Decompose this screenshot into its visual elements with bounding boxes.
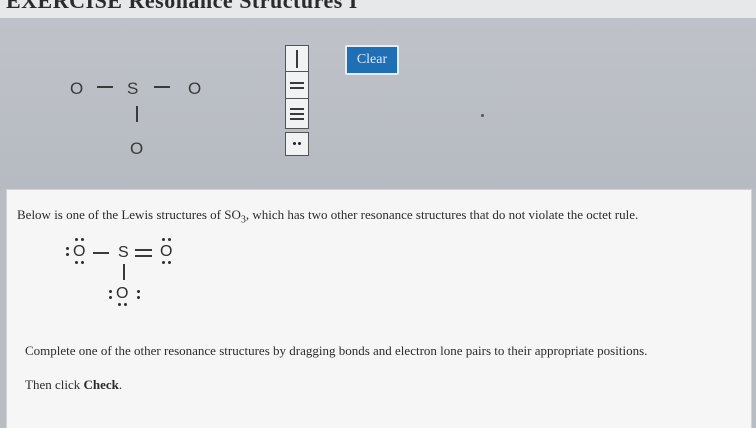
- bond-single-left[interactable]: [97, 86, 113, 88]
- example-oxygen-right: O: [160, 243, 173, 260]
- triple-bond-tool[interactable]: [285, 98, 309, 129]
- bond-single-right[interactable]: [154, 86, 170, 88]
- exercise-header: EXERCISE Resonance Structures I: [0, 0, 756, 19]
- clear-button[interactable]: Clear: [345, 45, 399, 75]
- example-bond-double-bottom: [135, 255, 152, 257]
- example-bond-single: [93, 252, 109, 254]
- atom-sulfur[interactable]: S: [127, 79, 138, 99]
- example-sulfur: S: [118, 244, 129, 261]
- question-intro: Below is one of the Lewis structures of …: [17, 207, 639, 226]
- lone-pair-tool[interactable]: [285, 132, 309, 156]
- single-bond-icon: [296, 50, 298, 68]
- drawing-workspace[interactable]: Clear O S O O: [0, 18, 756, 188]
- bond-single-bottom[interactable]: [136, 106, 138, 122]
- exercise-title: EXERCISE Resonance Structures I: [6, 0, 358, 13]
- atom-oxygen-right[interactable]: O: [188, 79, 201, 99]
- atom-oxygen-left[interactable]: O: [70, 79, 83, 99]
- example-oxygen-bottom: O: [116, 285, 129, 302]
- example-bond-double-top: [135, 249, 152, 251]
- check-instruction: Then click Check.: [25, 377, 123, 392]
- double-bond-tool[interactable]: [285, 71, 309, 100]
- instruction-text: Complete one of the other resonance stru…: [25, 343, 648, 358]
- single-bond-tool[interactable]: [285, 45, 309, 73]
- example-oxygen-left: O: [73, 243, 86, 260]
- question-panel: Below is one of the Lewis structures of …: [6, 189, 752, 428]
- example-bond-vertical: [123, 264, 125, 280]
- atom-oxygen-bottom[interactable]: O: [130, 139, 143, 159]
- cursor-icon: [481, 114, 484, 117]
